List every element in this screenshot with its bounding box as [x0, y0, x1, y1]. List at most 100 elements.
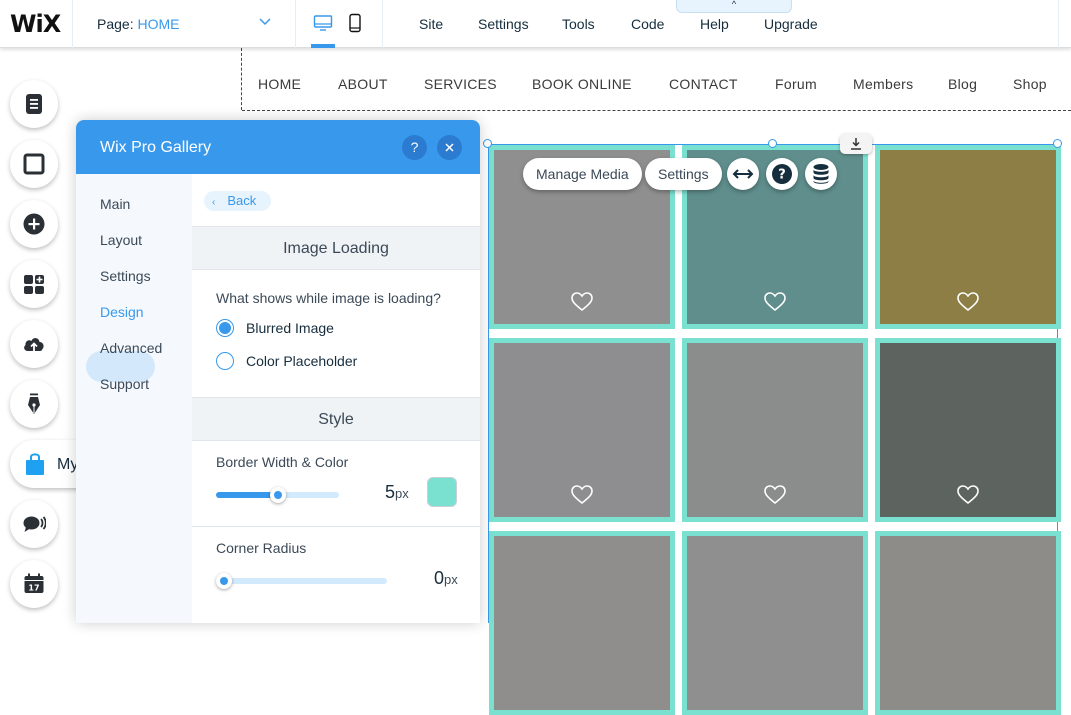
calendar-day: 17	[28, 584, 39, 593]
site-nav-home[interactable]: HOME	[258, 76, 301, 92]
border-width-color-label: Border Width & Color	[216, 454, 349, 470]
resize-handle[interactable]	[768, 139, 777, 148]
pages-icon	[26, 94, 42, 114]
slider-knob[interactable]	[216, 573, 232, 589]
site-nav-book-online[interactable]: BOOK ONLINE	[532, 76, 632, 92]
wix-logo[interactable]: WiX	[10, 10, 61, 38]
header-guide-line	[242, 110, 1071, 111]
database-icon	[813, 164, 829, 184]
close-icon	[445, 143, 454, 152]
gallery-item-yellow-sofa[interactable]	[489, 338, 675, 522]
panel-nav: Main Layout Settings Design Advanced Sup…	[76, 174, 192, 623]
gallery-item-desert-dunes[interactable]	[489, 531, 675, 715]
stretch-button[interactable]	[727, 158, 759, 190]
desktop-icon[interactable]	[313, 13, 333, 33]
corner-radius-value[interactable]: 0px	[434, 568, 458, 589]
resize-handle[interactable]	[483, 139, 492, 148]
slider-knob[interactable]	[270, 487, 286, 503]
gallery-item-lemons[interactable]	[682, 531, 868, 715]
color-placeholder-label[interactable]: Color Placeholder	[246, 353, 357, 369]
add-apps-button[interactable]	[10, 260, 58, 308]
manage-media-button[interactable]: Manage Media	[523, 158, 642, 190]
menu-site[interactable]: Site	[419, 16, 443, 32]
editor-top-bar: WiX Page: HOME Site Settings Tools Code …	[0, 0, 1071, 48]
site-nav-members[interactable]: Members	[853, 76, 913, 92]
site-nav-about[interactable]: ABOUT	[338, 76, 388, 92]
corner-radius-slider[interactable]	[216, 573, 387, 589]
menu-upgrade[interactable]: Upgrade	[764, 16, 818, 32]
pages-button[interactable]	[10, 80, 58, 128]
image-loading-heading: Image Loading	[192, 226, 480, 270]
pro-gallery-element[interactable]	[488, 144, 1061, 715]
gallery-item-tennis-court[interactable]	[682, 338, 868, 522]
heart-icon[interactable]	[957, 485, 979, 505]
mobile-icon[interactable]	[345, 13, 365, 33]
nav-settings[interactable]: Settings	[100, 268, 151, 284]
background-button[interactable]	[10, 140, 58, 188]
chat-button[interactable]	[10, 500, 58, 548]
help-circle-button[interactable]: ?	[766, 158, 798, 190]
site-nav-forum[interactable]: Forum	[775, 76, 817, 92]
border-width-number: 5	[385, 482, 396, 502]
site-nav-contact[interactable]: CONTACT	[669, 76, 738, 92]
stretch-down-button[interactable]	[840, 134, 872, 154]
blurred-image-label[interactable]: Blurred Image	[246, 320, 334, 336]
menu-settings[interactable]: Settings	[478, 16, 529, 32]
blog-pen-icon	[28, 393, 40, 414]
menu-help[interactable]: Help	[700, 16, 729, 32]
image-loading-question: What shows while image is loading?	[216, 290, 441, 306]
heart-icon[interactable]	[764, 485, 786, 505]
back-button[interactable]: ‹ Back	[204, 191, 271, 211]
collapse-toolbar-tab[interactable]: ^	[676, 0, 792, 13]
blog-button[interactable]	[10, 380, 58, 428]
panel-title: Wix Pro Gallery	[100, 139, 212, 156]
help-button[interactable]: ?	[402, 135, 427, 160]
menu-code[interactable]: Code	[631, 16, 664, 32]
heart-icon[interactable]	[571, 485, 593, 505]
nav-design[interactable]: Design	[100, 304, 144, 320]
nav-advanced[interactable]: Advanced	[100, 340, 162, 356]
panel-header[interactable]: Wix Pro Gallery ?	[76, 120, 480, 174]
nav-main[interactable]: Main	[100, 196, 130, 212]
page-selector[interactable]: Page: HOME	[97, 16, 179, 32]
nav-support[interactable]: Support	[100, 376, 149, 392]
slider-fill	[216, 492, 278, 498]
download-arrow-icon	[851, 138, 861, 150]
svg-text:?: ?	[778, 168, 786, 183]
divider	[192, 526, 480, 527]
resize-handle[interactable]	[1053, 139, 1062, 148]
chevron-down-icon[interactable]	[258, 15, 272, 29]
gallery-settings-button[interactable]: Settings	[645, 158, 722, 190]
menu-tools[interactable]: Tools	[562, 16, 595, 32]
background-icon	[23, 153, 45, 175]
nav-layout[interactable]: Layout	[100, 232, 142, 248]
gallery-item-yellow-door[interactable]	[875, 145, 1061, 329]
bookings-button[interactable]: 17	[10, 560, 58, 608]
gallery-item-building[interactable]	[875, 531, 1061, 715]
gallery-image	[880, 536, 1056, 710]
heart-icon[interactable]	[571, 292, 593, 312]
site-nav-shop[interactable]: Shop	[1013, 76, 1047, 92]
page-value: HOME	[137, 16, 180, 32]
site-nav-blog[interactable]: Blog	[948, 76, 977, 92]
heart-icon[interactable]	[764, 292, 786, 312]
radio-color-placeholder[interactable]	[216, 352, 234, 370]
radio-blurred-image[interactable]	[216, 319, 234, 337]
add-apps-icon	[24, 275, 44, 294]
border-color-swatch[interactable]	[427, 477, 457, 507]
border-width-slider[interactable]	[216, 487, 339, 503]
border-width-value[interactable]: 5px	[385, 482, 409, 503]
upload-button[interactable]	[10, 320, 58, 368]
divider	[72, 0, 73, 48]
gallery-image	[687, 536, 863, 710]
gallery-item-greenhouse[interactable]	[875, 338, 1061, 522]
panel-body: ‹ Back Image Loading What shows while ima…	[192, 174, 480, 623]
add-button[interactable]	[10, 200, 58, 248]
close-button[interactable]	[437, 135, 462, 160]
heart-icon[interactable]	[957, 292, 979, 312]
stretch-arrows-icon	[732, 169, 754, 179]
connect-data-button[interactable]	[805, 158, 837, 190]
site-nav-services[interactable]: SERVICES	[424, 76, 497, 92]
divider	[1058, 0, 1059, 48]
add-icon	[23, 213, 45, 235]
